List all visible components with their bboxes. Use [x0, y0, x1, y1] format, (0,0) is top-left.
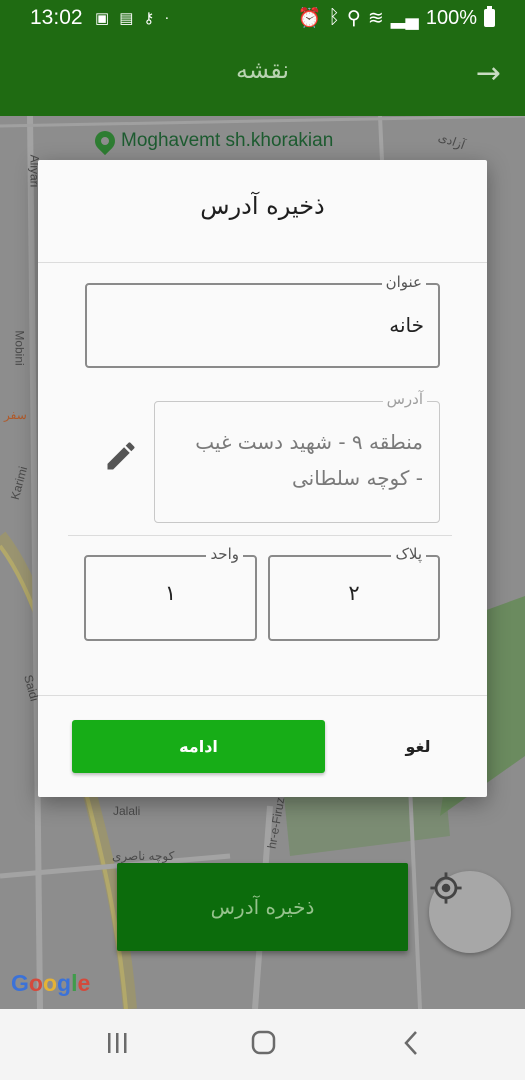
back-icon[interactable]	[402, 1029, 420, 1061]
continue-button[interactable]: ادامه	[72, 720, 325, 773]
dialog-title: ذخیره آدرس	[200, 192, 325, 220]
address-field-label: آدرس	[382, 390, 427, 408]
title-field-label: عنوان	[381, 273, 426, 291]
divider	[68, 535, 452, 536]
recent-apps-icon[interactable]	[106, 1029, 128, 1061]
status-time: 13:02	[30, 6, 83, 29]
location-icon: ⚲	[346, 7, 361, 29]
plaque-field-value: ۲	[348, 581, 360, 605]
home-icon[interactable]	[251, 1029, 277, 1061]
street-label: سفر	[4, 408, 27, 422]
street-label: کوچه ناصری	[112, 849, 175, 863]
signal-icon: ▂▄	[390, 7, 419, 29]
my-location-button[interactable]	[429, 871, 511, 953]
clapper-icon: ▤	[119, 10, 134, 27]
edit-address-icon[interactable]	[103, 438, 139, 478]
map-poi[interactable]: Moghavemt sh.khorakian	[90, 126, 334, 156]
save-address-map-button[interactable]: ذخیره آدرس	[117, 863, 408, 951]
title-field[interactable]: عنوان خانه	[85, 273, 440, 368]
plaque-field-label: پلاک	[391, 545, 426, 563]
poi-label: Moghavemt sh.khorakian	[121, 130, 334, 151]
unit-field[interactable]: واحد ۱	[84, 545, 257, 641]
unit-field-value: ۱	[164, 581, 177, 605]
plaque-field[interactable]: پلاک ۲	[268, 545, 440, 641]
back-arrow-icon[interactable]: →	[476, 58, 501, 90]
status-bar: 13:02 ▣ ▤ ⚷ · ⏰ ᛒ ⚲ ≋ ▂▄ 100%	[0, 0, 525, 36]
cancel-button[interactable]: لغو	[368, 720, 468, 773]
street-label: Jalali	[113, 804, 141, 818]
title-field-value: خانه	[389, 313, 424, 337]
battery-icon	[484, 6, 495, 27]
address-field-value: منطقه ۹ - شهید دست غیب - کوچه سلطانی	[195, 430, 423, 490]
gallery-icon: ▣	[95, 10, 110, 27]
alarm-icon: ⏰	[297, 8, 322, 29]
app-bar: نقشه →	[0, 36, 525, 116]
unit-field-label: واحد	[206, 545, 243, 563]
bluetooth-icon: ᛒ	[328, 7, 340, 28]
divider	[38, 695, 487, 696]
save-address-dialog: ذخیره آدرس عنوان خانه آدرس منطقه ۹ - شهی…	[38, 160, 487, 797]
divider	[38, 262, 487, 263]
google-logo: Google	[11, 970, 91, 996]
crosshair-icon	[430, 872, 462, 904]
address-field: آدرس منطقه ۹ - شهید دست غیب - کوچه سلطان…	[154, 390, 440, 523]
street-label: Mobini	[12, 330, 27, 366]
battery-percent: 100%	[425, 6, 477, 29]
system-nav-bar	[0, 1009, 525, 1080]
dot-icon: ·	[164, 9, 170, 26]
key-icon: ⚷	[143, 10, 155, 27]
wifi-icon: ≋	[367, 7, 384, 29]
map-pin-icon	[90, 126, 120, 156]
page-title: نقشه	[235, 56, 290, 84]
